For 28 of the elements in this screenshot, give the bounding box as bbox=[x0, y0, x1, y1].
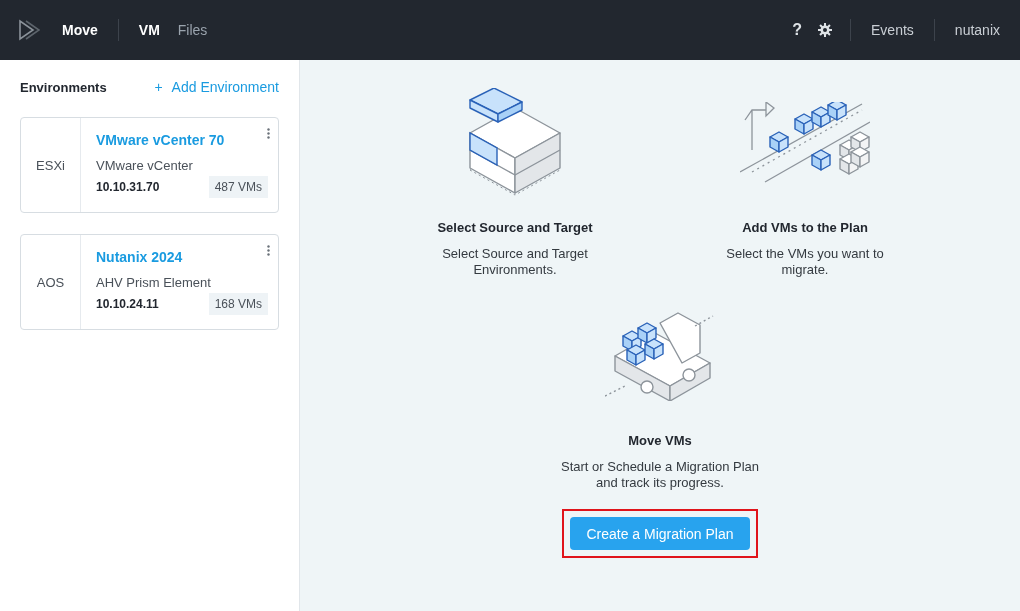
add-environment-link[interactable]: + Add Environment bbox=[154, 79, 279, 95]
user-menu[interactable]: nutanix bbox=[954, 22, 1000, 38]
environment-product: AHV Prism Element bbox=[96, 275, 212, 290]
environment-product: VMware vCenter bbox=[96, 158, 194, 173]
help-button[interactable]: ? bbox=[792, 21, 803, 39]
sidebar-title: Environments bbox=[20, 79, 107, 95]
more-options-icon[interactable] bbox=[267, 128, 270, 139]
more-options-icon[interactable] bbox=[267, 245, 270, 256]
vm-count-badge: 168 VMs bbox=[208, 293, 268, 315]
logo-icon bbox=[18, 19, 40, 41]
settings-icon[interactable] bbox=[818, 23, 833, 37]
nav-tab[interactable]: Files bbox=[177, 22, 208, 38]
step-description: Select the VMs you want to migrate. bbox=[725, 246, 885, 278]
app-name: Move bbox=[62, 22, 98, 38]
environment-type: ESXi bbox=[36, 157, 65, 173]
step-title: Move VMs bbox=[628, 433, 692, 449]
vm-count-badge: 487 VMs bbox=[208, 176, 268, 198]
ip-address: 10.10.31.70 bbox=[96, 180, 160, 194]
environment-name[interactable]: VMware vCenter 70 bbox=[96, 132, 268, 148]
step-title: Add VMs to the Plan bbox=[742, 220, 868, 236]
step-description: Select Source and Target Environments. bbox=[441, 246, 589, 278]
step-title: Select Source and Target bbox=[437, 220, 593, 236]
ip-address: 10.10.24.11 bbox=[96, 297, 159, 311]
environment-name[interactable]: Nutanix 2024 bbox=[96, 249, 268, 265]
nav-tab[interactable]: VM bbox=[138, 22, 160, 38]
step-description: Start or Schedule a Migration Plan and track its progress. bbox=[560, 459, 760, 491]
environment-type: AOS bbox=[36, 274, 65, 290]
events-link[interactable]: Events bbox=[871, 22, 914, 38]
